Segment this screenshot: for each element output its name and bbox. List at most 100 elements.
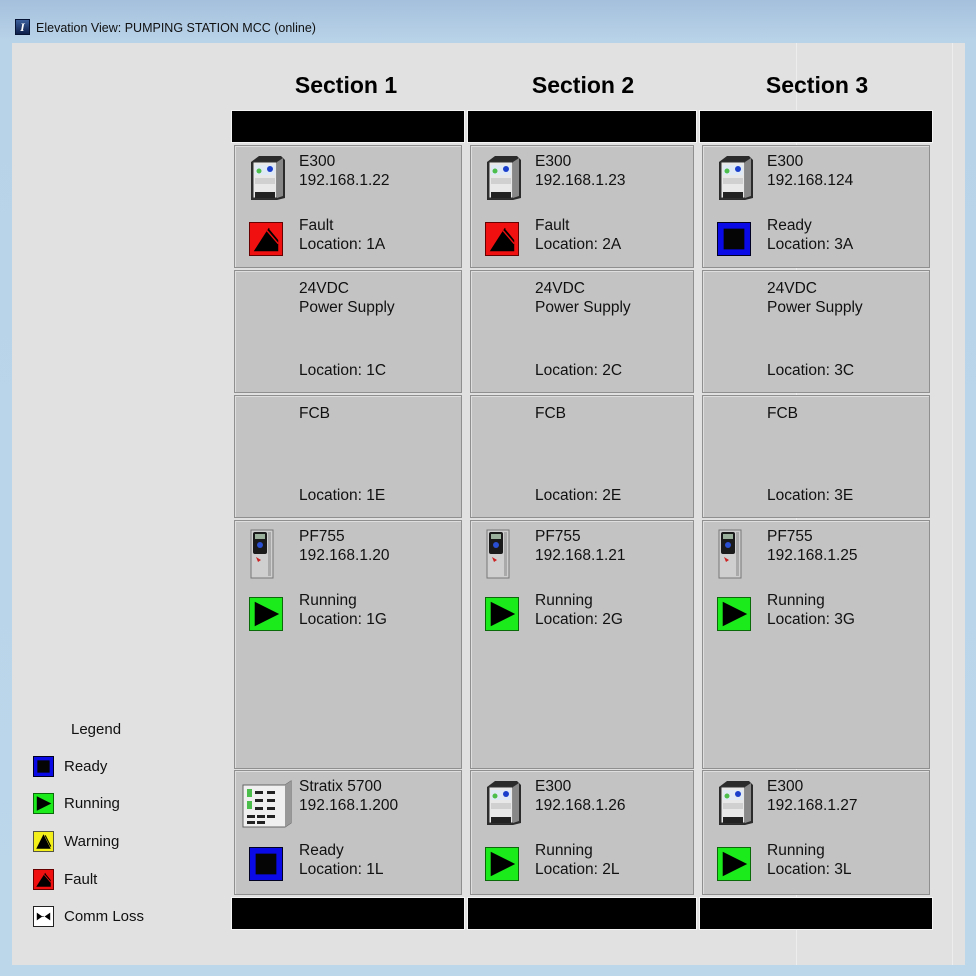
device-ip: 192.168.1.26 — [535, 797, 626, 814]
section-top-bar — [699, 110, 933, 143]
legend-label: Ready — [64, 758, 108, 775]
device-ip: 192.168.1.27 — [767, 797, 858, 814]
fault-status-icon — [249, 222, 283, 256]
status-text: Ready — [767, 217, 812, 234]
bucket-label: 24VDC — [299, 280, 349, 297]
device-name: E300 — [535, 778, 572, 795]
window-titlebar: I Elevation View: PUMPING STATION MCC (o… — [0, 0, 976, 42]
bucket-label-2: Power Supply — [299, 299, 395, 316]
device-name: Stratix 5700 — [299, 778, 382, 795]
bucket-label: 24VDC — [767, 280, 817, 297]
location-text: Location: 2L — [535, 861, 620, 878]
bucket-pf755[interactable]: PF755 192.168.1.20 Running Location: 1G — [234, 520, 462, 769]
warning-icon — [33, 831, 54, 852]
legend-label: Fault — [64, 871, 98, 888]
running-play-icon — [33, 793, 54, 814]
legend-label: Warning — [64, 833, 120, 850]
e300-overload-relay-icon — [247, 154, 287, 209]
device-ip: 192.168.1.22 — [299, 172, 390, 189]
bucket-e300[interactable]: E300 192.168.1.23 Fault Location: 2A — [470, 145, 694, 268]
location-text: Location: 1A — [299, 236, 386, 253]
status-text: Fault — [535, 217, 570, 234]
status-text: Running — [767, 592, 825, 609]
location-text: Location: 1G — [299, 611, 387, 628]
ready-status-icon — [249, 847, 283, 881]
e300-overload-relay-icon — [483, 779, 523, 834]
location-text: Location: 1L — [299, 861, 384, 878]
section-2-title: Section 2 — [531, 72, 635, 98]
powerflex-755-drive-icon — [715, 529, 745, 584]
bucket-e300[interactable]: E300 192.168.1.27 Running Location: 3L — [702, 770, 930, 895]
stratix-switch-icon — [241, 779, 293, 834]
device-name: E300 — [767, 153, 804, 170]
location-text: Location: 3L — [767, 861, 852, 878]
fault-icon — [33, 869, 54, 890]
bucket-24vdc[interactable]: 24VDC Power Supply Location: 3C — [702, 270, 930, 393]
status-text: Ready — [299, 842, 344, 859]
device-name: E300 — [535, 153, 572, 170]
bucket-fcb[interactable]: FCB Location: 2E — [470, 395, 694, 518]
powerflex-755-drive-icon — [483, 529, 513, 584]
e300-overload-relay-icon — [715, 779, 755, 834]
status-text: Running — [299, 592, 357, 609]
e300-overload-relay-icon — [715, 154, 755, 209]
bucket-pf755[interactable]: PF755 192.168.1.25 Running Location: 3G — [702, 520, 930, 769]
section-bottom-bar — [699, 897, 933, 930]
divider — [952, 43, 953, 965]
device-ip: 192.168.1.25 — [767, 547, 858, 564]
bucket-label: FCB — [767, 405, 798, 422]
device-name: PF755 — [767, 528, 813, 545]
comm-loss-icon — [33, 906, 54, 927]
legend-label: Comm Loss — [64, 908, 145, 925]
section-bottom-bar — [231, 897, 465, 930]
device-ip: 192.168.1.21 — [535, 547, 626, 564]
device-ip: 192.168.1.23 — [535, 172, 626, 189]
device-name: E300 — [767, 778, 804, 795]
bucket-fcb[interactable]: FCB Location: 3E — [702, 395, 930, 518]
running-status-icon — [717, 847, 751, 881]
ready-status-icon — [717, 222, 751, 256]
bucket-label: 24VDC — [535, 280, 585, 297]
window-title: Elevation View: PUMPING STATION MCC (onl… — [36, 21, 316, 35]
section-bottom-bar — [467, 897, 697, 930]
device-ip: 192.168.124 — [767, 172, 854, 189]
location-text: Location: 2E — [535, 487, 622, 504]
bucket-stratix-5700[interactable]: Stratix 5700 192.168.1.200 Ready Location: … — [234, 770, 462, 895]
location-text: Location: 2C — [535, 362, 623, 379]
bucket-pf755[interactable]: PF755 192.168.1.21 Running Location: 2G — [470, 520, 694, 769]
device-ip: 192.168.1.200 — [299, 797, 399, 814]
running-status-icon — [717, 597, 751, 631]
status-text: Running — [535, 592, 593, 609]
running-status-icon — [485, 847, 519, 881]
location-text: Location: 3E — [767, 487, 854, 504]
bucket-e300[interactable]: E300 192.168.124 Ready Location: 3A — [702, 145, 930, 268]
location-text: Location: 2A — [535, 236, 622, 253]
bucket-label-2: Power Supply — [767, 299, 863, 316]
bucket-fcb[interactable]: FCB Location: 1E — [234, 395, 462, 518]
status-text: Running — [535, 842, 593, 859]
legend-title: Legend — [71, 721, 122, 738]
bucket-label: FCB — [535, 405, 566, 422]
location-text: Location: 1E — [299, 487, 386, 504]
running-status-icon — [249, 597, 283, 631]
bucket-label-2: Power Supply — [535, 299, 631, 316]
bucket-e300[interactable]: E300 192.168.1.22 Fault Location: 1A — [234, 145, 462, 268]
bucket-24vdc[interactable]: 24VDC Power Supply Location: 1C — [234, 270, 462, 393]
ready-stop-icon — [33, 756, 54, 777]
e300-overload-relay-icon — [483, 154, 523, 209]
location-text: Location: 3C — [767, 362, 855, 379]
section-top-bar — [467, 110, 697, 143]
bucket-24vdc[interactable]: 24VDC Power Supply Location: 2C — [470, 270, 694, 393]
factorytalk-icon: I — [15, 19, 30, 35]
location-text: Location: 2G — [535, 611, 623, 628]
section-3-title: Section 3 — [765, 72, 869, 98]
section-1-title: Section 1 — [294, 72, 398, 98]
section-top-bar — [231, 110, 465, 143]
status-text: Running — [767, 842, 825, 859]
status-text: Fault — [299, 217, 334, 234]
bucket-e300[interactable]: E300 192.168.1.26 Running Location: 2L — [470, 770, 694, 895]
device-ip: 192.168.1.20 — [299, 547, 390, 564]
legend-label: Running — [64, 795, 120, 812]
device-name: PF755 — [299, 528, 345, 545]
fault-status-icon — [485, 222, 519, 256]
